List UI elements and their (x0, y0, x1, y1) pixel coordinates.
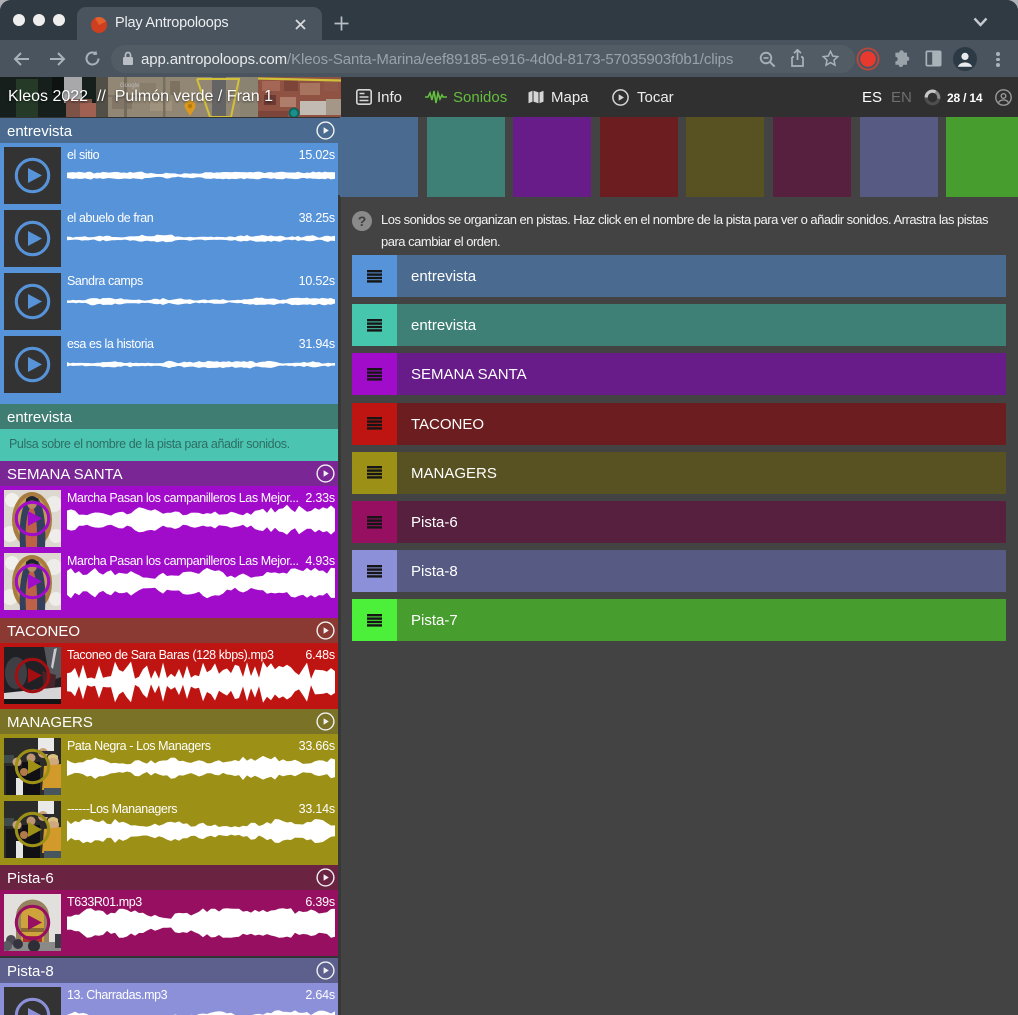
svg-text:?: ? (358, 213, 367, 229)
